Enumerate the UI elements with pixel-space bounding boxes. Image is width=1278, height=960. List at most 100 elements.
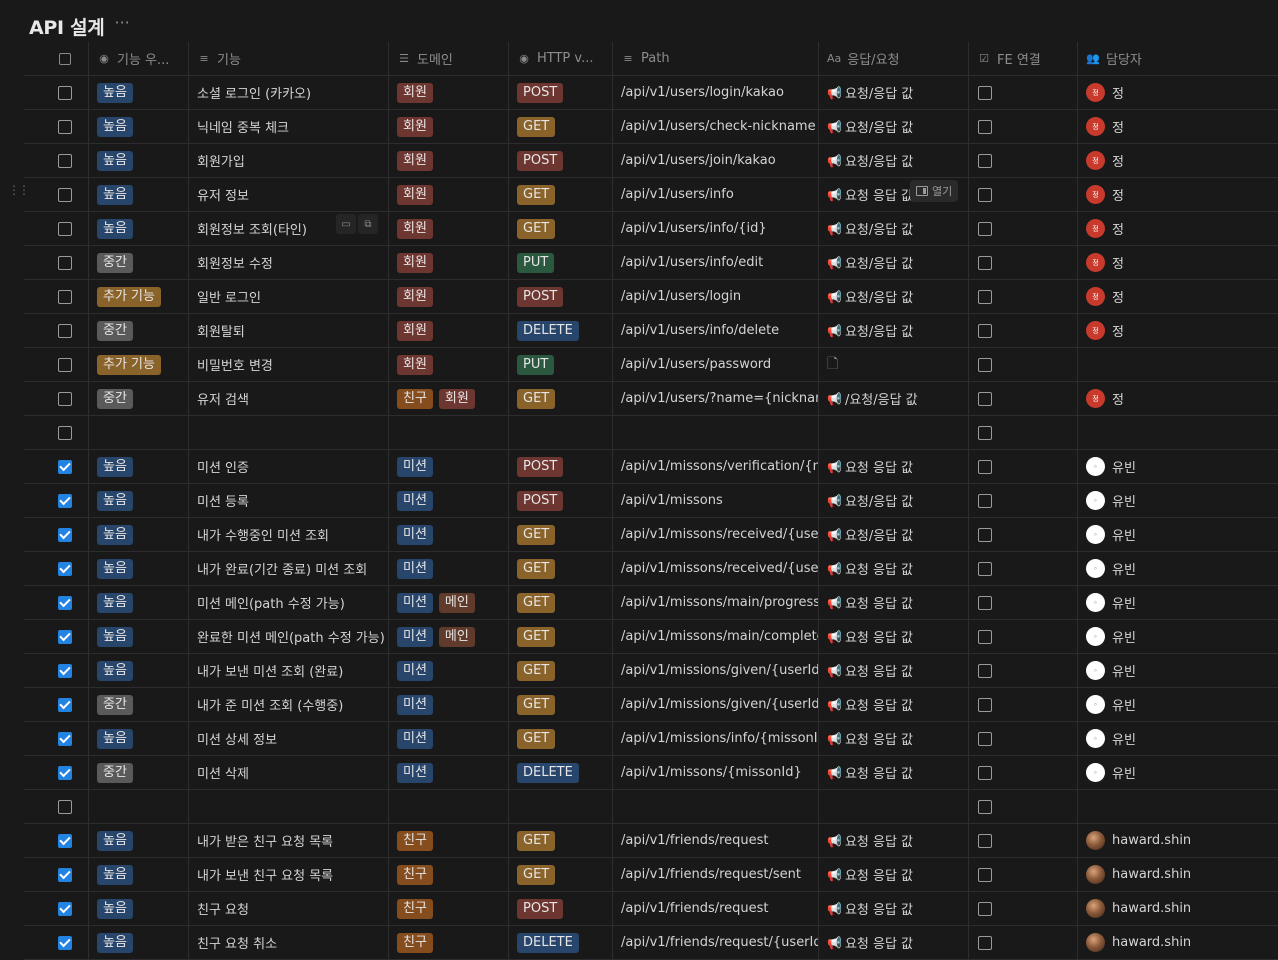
done-checkbox[interactable] (57, 765, 72, 780)
domain-cell[interactable]: 미션 (389, 756, 509, 789)
fe-checkbox[interactable] (978, 459, 992, 474)
done-cell[interactable] (24, 858, 89, 891)
fe-cell[interactable] (969, 620, 1078, 653)
table-row[interactable]: 높음 내가 보낸 미션 조회 (완료) 미션 GET/api/v1/missions/… (24, 654, 1278, 688)
path-cell[interactable]: /api/v1/missions/given/{userId} (613, 688, 819, 721)
done-checkbox[interactable] (57, 391, 72, 406)
domain-cell[interactable]: 친구 (389, 858, 509, 891)
priority-cell[interactable] (89, 790, 189, 823)
http-cell[interactable]: DELETE (509, 756, 613, 789)
response-cell[interactable] (819, 416, 969, 449)
path-cell[interactable]: /api/v1/missons/main/complete (613, 620, 819, 653)
feature-cell[interactable]: 회원탈퇴 (189, 314, 389, 347)
priority-cell[interactable]: 높음 (89, 518, 189, 551)
done-checkbox[interactable] (57, 459, 72, 474)
feature-cell[interactable]: 회원정보 수정 (189, 246, 389, 279)
fe-checkbox[interactable] (978, 901, 992, 916)
header-owner[interactable]: 👥 담당자 (1078, 42, 1278, 75)
http-cell[interactable]: GET (509, 858, 613, 891)
owner-cell[interactable]: ◦ 유빈 (1078, 756, 1278, 789)
fe-checkbox[interactable] (978, 765, 992, 780)
domain-cell[interactable]: 회원 (389, 110, 509, 143)
priority-cell[interactable]: 높음 (89, 484, 189, 517)
done-checkbox[interactable] (57, 153, 72, 168)
table-row[interactable]: 높음 닉네임 중복 체크 회원 GET/api/v1/users/check-nick… (24, 110, 1278, 144)
priority-cell[interactable]: 높음 (89, 178, 189, 211)
response-cell[interactable]: 📢 요청/응답 값 (819, 484, 969, 517)
done-checkbox[interactable] (57, 799, 72, 814)
http-cell[interactable]: GET (509, 178, 613, 211)
done-cell[interactable] (24, 178, 89, 211)
response-cell[interactable]: 📢 요청 응답 값 (819, 654, 969, 687)
table-row[interactable]: 높음 미션 상세 정보 미션 GET/api/v1/missions/info/{mi… (24, 722, 1278, 756)
owner-cell[interactable]: 정정 (1078, 314, 1278, 347)
fe-checkbox[interactable] (978, 731, 992, 746)
owner-cell[interactable] (1078, 416, 1278, 449)
feature-cell[interactable] (189, 416, 389, 449)
response-link[interactable]: 📢 요청/응답 값 (827, 219, 913, 239)
response-link[interactable]: 📢 요청/응답 값 (827, 117, 913, 137)
owner-cell[interactable]: ◦ 유빈 (1078, 552, 1278, 585)
feature-cell[interactable]: 내가 보낸 미션 조회 (완료) (189, 654, 389, 687)
done-checkbox[interactable] (57, 527, 72, 542)
fe-checkbox[interactable] (978, 153, 992, 168)
response-link[interactable]: 📢 요청/응답 값 (827, 525, 913, 545)
response-cell[interactable]: 📢/요청/응답 값 (819, 382, 969, 415)
owner-cell[interactable]: ◦ 유빈 (1078, 722, 1278, 755)
fe-cell[interactable] (969, 552, 1078, 585)
done-cell[interactable] (24, 212, 89, 245)
fe-checkbox[interactable] (978, 833, 992, 848)
path-cell[interactable]: /api/v1/missions/info/{missonId} (613, 722, 819, 755)
done-cell[interactable] (24, 280, 89, 313)
path-cell[interactable]: /api/v1/users/password (613, 348, 819, 381)
feature-cell[interactable]: 내가 수행중인 미션 조회 (189, 518, 389, 551)
done-cell[interactable] (24, 382, 89, 415)
table-row[interactable]: 높음 미션 인증 미션 POST/api/v1/missons/verificatio… (24, 450, 1278, 484)
domain-cell[interactable]: 회원 (389, 76, 509, 109)
table-row[interactable]: 높음 친구 요청 취소 친구 DELETE/api/v1/friends/reques… (24, 926, 1278, 960)
fe-checkbox[interactable] (978, 561, 992, 576)
fe-checkbox[interactable] (978, 799, 992, 814)
header-http[interactable]: ◉ HTTP v... (509, 42, 613, 75)
priority-cell[interactable]: 높음 (89, 552, 189, 585)
response-cell[interactable]: 📢 요청 응답 값 (819, 586, 969, 619)
done-cell[interactable] (24, 144, 89, 177)
done-cell[interactable] (24, 722, 89, 755)
response-cell[interactable]: 📢 요청 응답 값 (819, 552, 969, 585)
response-link[interactable]: 📢 요청 응답 값 (827, 763, 913, 783)
priority-cell[interactable]: 추가 기능 (89, 348, 189, 381)
fe-checkbox[interactable] (978, 221, 992, 236)
domain-cell[interactable]: 회원 (389, 246, 509, 279)
path-cell[interactable]: /api/v1/missons/main/progress (613, 586, 819, 619)
response-cell[interactable]: 📢 요청 응답 값 (819, 620, 969, 653)
fe-cell[interactable] (969, 110, 1078, 143)
fe-cell[interactable] (969, 518, 1078, 551)
response-link[interactable]: 📢/요청/응답 값 (827, 389, 918, 409)
http-cell[interactable] (509, 790, 613, 823)
priority-cell[interactable]: 높음 (89, 144, 189, 177)
fe-cell[interactable] (969, 450, 1078, 483)
done-cell[interactable] (24, 314, 89, 347)
feature-cell[interactable]: 닉네임 중복 체크 (189, 110, 389, 143)
domain-cell[interactable]: 미션 (389, 450, 509, 483)
path-cell[interactable]: /api/v1/missions/given/{userId} (613, 654, 819, 687)
fe-cell[interactable] (969, 586, 1078, 619)
feature-cell[interactable]: 미션 인증 (189, 450, 389, 483)
feature-cell[interactable]: 회원가입 (189, 144, 389, 177)
priority-cell[interactable]: 중간 (89, 688, 189, 721)
path-cell[interactable]: /api/v1/users/join/kakao (613, 144, 819, 177)
done-checkbox[interactable] (57, 867, 72, 882)
table-row[interactable]: 높음 유저 정보 회원 GET/api/v1/users/info 📢 요청 응답 값 정정 (24, 178, 1278, 212)
domain-cell[interactable]: 회원 (389, 178, 509, 211)
done-cell[interactable] (24, 790, 89, 823)
done-cell[interactable] (24, 586, 89, 619)
priority-cell[interactable]: 중간 (89, 246, 189, 279)
table-row[interactable]: 중간 회원탈퇴 회원 DELETE/api/v1/users/info/delete 📢… (24, 314, 1278, 348)
fe-cell[interactable] (969, 756, 1078, 789)
done-cell[interactable] (24, 824, 89, 857)
owner-cell[interactable] (1078, 790, 1278, 823)
done-cell[interactable] (24, 416, 89, 449)
done-cell[interactable] (24, 688, 89, 721)
done-cell[interactable] (24, 450, 89, 483)
priority-cell[interactable]: 중간 (89, 314, 189, 347)
